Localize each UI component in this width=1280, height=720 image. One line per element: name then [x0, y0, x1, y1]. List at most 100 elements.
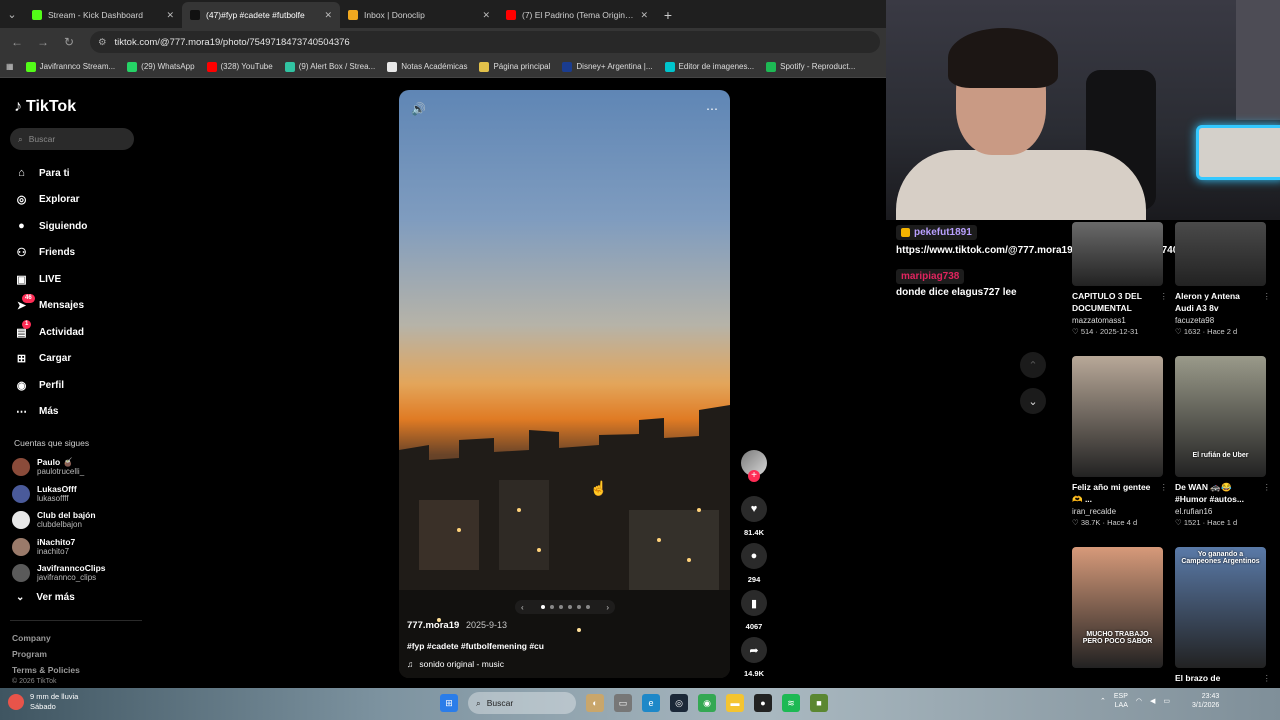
- weather-widget[interactable]: 9 mm de lluvia Sábado: [8, 692, 78, 712]
- back-button[interactable]: ←: [6, 31, 28, 53]
- card-more-icon[interactable]: ⋮: [1160, 290, 1169, 314]
- card-more-icon[interactable]: ⋮: [1263, 481, 1272, 505]
- sidebar-item-m-s[interactable]: ⋯ Más: [14, 399, 144, 426]
- browser-tab[interactable]: (47)#fyp #cadete #futbolfe ✕: [182, 2, 340, 28]
- comment-button[interactable]: ●: [741, 543, 767, 569]
- see-more-button[interactable]: ⌄ Ver más: [16, 592, 75, 603]
- tiktok-logo[interactable]: ♪ TikTok: [14, 98, 76, 116]
- browser-tab[interactable]: Stream - Kick Dashboard ✕: [24, 2, 182, 28]
- search-input[interactable]: ⌕ Buscar: [10, 128, 134, 150]
- wifi-icon[interactable]: ◠: [1136, 697, 1142, 705]
- followed-account[interactable]: iNachito7 inachito7: [12, 534, 142, 561]
- share-button[interactable]: ➦: [741, 637, 767, 663]
- card-more-icon[interactable]: ⋮: [1160, 481, 1169, 505]
- sidebar-item-para-ti[interactable]: ⌂ Para ti: [14, 160, 144, 187]
- bookmark-item[interactable]: Editor de imagenes...: [664, 61, 754, 72]
- video-thumbnail[interactable]: Yo ganando a Campeones Argentinos: [1175, 547, 1266, 668]
- like-button[interactable]: ♥: [741, 496, 767, 522]
- spotify-icon[interactable]: ≋: [782, 694, 800, 712]
- recommended-card[interactable]: Aleron y Antena Audi A3 8v ⋮ facuzeta98 ♡ 1…: [1175, 290, 1271, 336]
- bookmark-item[interactable]: Spotify - Reproduct...: [766, 61, 855, 72]
- file-explorer-icon[interactable]: ▬: [726, 694, 744, 712]
- new-tab-button[interactable]: +: [656, 2, 680, 28]
- bookmark-item[interactable]: (328) YouTube: [206, 61, 273, 72]
- close-tab-icon[interactable]: ✕: [324, 10, 332, 21]
- site-info-icon[interactable]: ⚙: [98, 37, 107, 48]
- followed-account[interactable]: Paulo 🧉 paulotrucelli_: [12, 454, 142, 481]
- sidebar-item-cargar[interactable]: ⊞ Cargar: [14, 346, 144, 373]
- tray-chevron-icon[interactable]: ⌃: [1100, 697, 1106, 705]
- widget-icon[interactable]: ◐: [586, 694, 604, 712]
- sidebar-item-actividad[interactable]: ▤ Actividad 1: [14, 319, 144, 346]
- browser-tab[interactable]: (7) El Padrino (Tema Original)/T ✕: [498, 2, 656, 28]
- video-thumbnail[interactable]: [1175, 222, 1266, 286]
- video-thumbnail[interactable]: MUCHO TRABAJO PERO POCO SABOR: [1072, 547, 1163, 668]
- carousel-dot[interactable]: [585, 605, 590, 609]
- clock[interactable]: 23:43 3/1/2026: [1192, 692, 1219, 710]
- recommended-card[interactable]: CAPITULO 3 DEL DOCUMENTAL ⋮ mazzatomass1 ♡ …: [1072, 290, 1168, 336]
- close-tab-icon[interactable]: ✕: [166, 10, 174, 21]
- follow-plus-icon[interactable]: +: [748, 470, 760, 482]
- sidebar-item-siguiendo[interactable]: ● Siguiendo: [14, 213, 144, 240]
- card-more-icon[interactable]: ⋮: [1263, 672, 1272, 684]
- photo-post[interactable]: 🔊 ⋯ ‹ › 777.mora19 2025-9-13 #fyp #cadet…: [399, 90, 730, 678]
- carousel-dot[interactable]: [558, 605, 563, 609]
- followed-account[interactable]: LukasOfff lukasoffff: [12, 481, 142, 508]
- previous-post-button[interactable]: ⌃: [1020, 352, 1046, 378]
- bookmark-item[interactable]: (29) WhatsApp: [127, 61, 195, 72]
- post-username[interactable]: 777.mora19: [407, 620, 459, 631]
- video-thumbnail[interactable]: [1072, 356, 1163, 477]
- save-button[interactable]: ▮: [741, 590, 767, 616]
- next-post-button[interactable]: ⌄: [1020, 388, 1046, 414]
- address-bar[interactable]: ⚙ tiktok.com/@777.mora19/photo/754971847…: [90, 31, 880, 53]
- bookmark-item[interactable]: (9) Alert Box / Strea...: [284, 61, 375, 72]
- recommended-card[interactable]: El brazo de ⋮: [1175, 672, 1271, 684]
- speaker-icon[interactable]: ◀: [1150, 697, 1155, 705]
- browser-tab[interactable]: Inbox | Donoclip ✕: [340, 2, 498, 28]
- recommended-card[interactable]: De WAN 🚓😂 #Humor #autos... ⋮ el.rufian16 ♡ …: [1175, 481, 1271, 527]
- battery-icon[interactable]: ▭: [1163, 697, 1170, 705]
- bookmark-item[interactable]: Javifrannco Stream...: [25, 61, 115, 72]
- volume-icon[interactable]: 🔊: [411, 102, 426, 116]
- carousel-dot[interactable]: [576, 605, 581, 609]
- recommended-card[interactable]: Feliz año mi gentee🫶 ... ⋮ iran_recalde ♡ 3…: [1072, 481, 1168, 527]
- carousel-next-icon[interactable]: ›: [606, 603, 609, 612]
- carousel-prev-icon[interactable]: ‹: [521, 603, 524, 612]
- video-thumbnail[interactable]: El rufián de Uber: [1175, 356, 1266, 477]
- close-tab-icon[interactable]: ✕: [640, 10, 648, 21]
- more-options-icon[interactable]: ⋯: [706, 102, 718, 116]
- close-tab-icon[interactable]: ✕: [482, 10, 490, 21]
- taskbar-search[interactable]: ⌕ Buscar: [468, 692, 576, 714]
- creator-avatar[interactable]: +: [741, 450, 767, 482]
- sidebar-item-friends[interactable]: ⚇ Friends: [14, 240, 144, 267]
- task-view-icon[interactable]: ▭: [614, 694, 632, 712]
- video-thumbnail[interactable]: [1072, 222, 1163, 286]
- sidebar-item-explorar[interactable]: ◎ Explorar: [14, 187, 144, 214]
- reload-button[interactable]: ↻: [58, 31, 80, 53]
- windows-start-icon[interactable]: ⊞: [440, 694, 458, 712]
- footer-link[interactable]: Terms & Policies: [12, 662, 80, 678]
- carousel-dot[interactable]: [567, 605, 572, 609]
- followed-account[interactable]: Club del bajón clubdelbajon: [12, 507, 142, 534]
- language-indicator[interactable]: ESP LAA: [1114, 692, 1128, 710]
- edge-icon[interactable]: e: [642, 694, 660, 712]
- minecraft-icon[interactable]: ■: [810, 694, 828, 712]
- carousel-dot[interactable]: [549, 605, 554, 609]
- post-sound[interactable]: ♫ sonido original - music: [407, 659, 717, 669]
- card-more-icon[interactable]: ⋮: [1263, 290, 1272, 314]
- tab-search-button[interactable]: ⌄: [0, 0, 24, 28]
- bookmark-item[interactable]: Notas Académicas: [387, 61, 467, 72]
- bookmark-item[interactable]: Página principal: [479, 61, 550, 72]
- apps-icon[interactable]: ▦: [6, 62, 14, 71]
- post-caption[interactable]: #fyp #cadete #futbolfemening #cu: [407, 641, 717, 651]
- carousel-pager[interactable]: ‹ ›: [515, 600, 615, 614]
- footer-link[interactable]: Program: [12, 646, 80, 662]
- forward-button[interactable]: →: [32, 31, 54, 53]
- sidebar-item-mensajes[interactable]: ➤ Mensajes 46: [14, 293, 144, 320]
- sidebar-item-perfil[interactable]: ◉ Perfil: [14, 372, 144, 399]
- chrome-icon[interactable]: ◉: [698, 694, 716, 712]
- bookmark-item[interactable]: Disney+ Argentina |...: [562, 61, 653, 72]
- steam-icon[interactable]: ◎: [670, 694, 688, 712]
- footer-link[interactable]: Company: [12, 630, 80, 646]
- carousel-dot[interactable]: [540, 605, 545, 609]
